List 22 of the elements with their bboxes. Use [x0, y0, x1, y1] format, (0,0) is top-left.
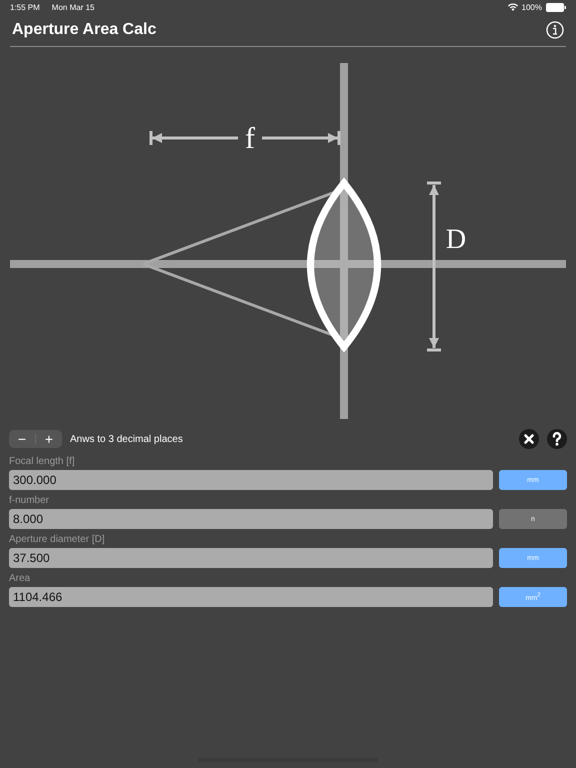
- status-date: Mon Mar 15: [52, 2, 94, 12]
- focal-length-label: f: [245, 122, 255, 155]
- input-field[interactable]: 1104.466: [9, 587, 493, 607]
- precision-label: Anws to 3 decimal places: [70, 434, 183, 444]
- info-icon[interactable]: [546, 21, 564, 39]
- field-label: Aperture diameter [D]: [9, 534, 105, 545]
- input-field[interactable]: 37.500: [9, 548, 493, 568]
- input-field[interactable]: 8.000: [9, 509, 493, 529]
- clear-icon[interactable]: [519, 429, 539, 449]
- status-time: 1:55 PM: [10, 2, 40, 12]
- field-label: Focal length [f]: [9, 456, 75, 467]
- field-label: Area: [9, 573, 30, 584]
- increment-button[interactable]: +: [36, 430, 62, 448]
- wifi-icon: [508, 3, 518, 11]
- help-icon[interactable]: [547, 429, 567, 449]
- diameter-label: D: [446, 224, 466, 255]
- battery-icon: [546, 2, 566, 12]
- app-title: Aperture Area Calc: [12, 21, 158, 39]
- input-field[interactable]: 300.000: [9, 470, 493, 490]
- field-label: f-number: [9, 495, 50, 506]
- decrement-button[interactable]: −: [9, 430, 35, 448]
- battery-percent: 100%: [522, 2, 542, 12]
